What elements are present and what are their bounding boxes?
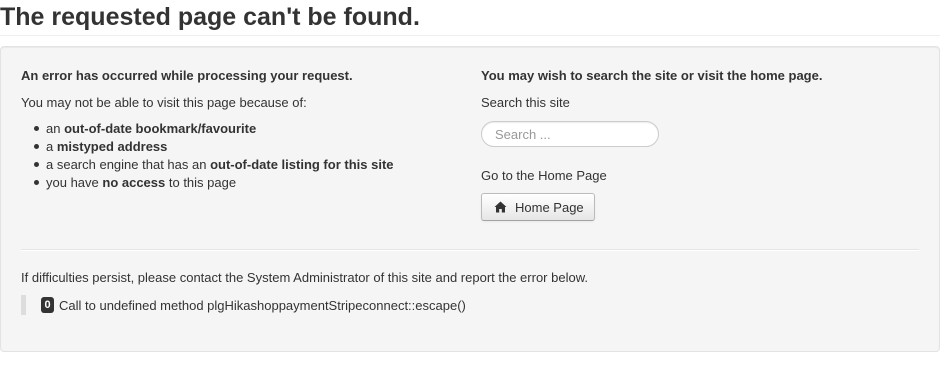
bullet-icon	[34, 180, 39, 185]
home-page-label: Go to the Home Page	[481, 168, 607, 183]
error-page: The requested page can't be found. An er…	[0, 0, 940, 372]
error-blockquote: 0 Call to undefined method plgHikashoppa…	[21, 295, 466, 315]
reason-item: you have no access to this page	[34, 174, 394, 192]
home-page-button[interactable]: Home Page	[481, 193, 595, 221]
reason-item: an out-of-date bookmark/favourite	[34, 120, 394, 138]
reason-item: a search engine that has an out-of-date …	[34, 156, 394, 174]
page-title: The requested page can't be found.	[0, 3, 420, 31]
reasons-intro: You may not be able to visit this page b…	[21, 95, 307, 110]
bullet-icon	[34, 126, 39, 131]
home-icon	[494, 201, 507, 213]
reason-emphasis: no access	[102, 175, 166, 190]
home-page-button-label: Home Page	[515, 199, 584, 215]
bullet-icon	[34, 144, 39, 149]
title-divider	[0, 35, 940, 36]
reason-text: a	[46, 139, 57, 154]
error-code-badge: 0	[41, 297, 54, 313]
reason-text: you have	[46, 175, 103, 190]
section-divider	[21, 249, 919, 251]
reason-text: a search engine that has an	[46, 157, 211, 172]
reason-emphasis: mistyped address	[56, 139, 168, 154]
search-input[interactable]	[481, 121, 659, 147]
error-heading: An error has occurred while processing y…	[21, 68, 353, 83]
reasons-list: an out-of-date bookmark/favourite a mist…	[34, 120, 394, 192]
reason-text-after: to this page	[165, 175, 237, 190]
error-panel: An error has occurred while processing y…	[0, 46, 940, 352]
search-heading: You may wish to search the site or visit…	[481, 68, 823, 83]
error-message: Call to undefined method plgHikashoppaym…	[59, 297, 466, 313]
search-label: Search this site	[481, 95, 570, 110]
reason-emphasis: out-of-date listing for this site	[210, 157, 394, 172]
bullet-icon	[34, 162, 39, 167]
reason-text: an	[46, 121, 65, 136]
contact-admin-text: If difficulties persist, please contact …	[21, 270, 588, 285]
reason-emphasis: out-of-date bookmark/favourite	[64, 121, 257, 136]
reason-item: a mistyped address	[34, 138, 394, 156]
